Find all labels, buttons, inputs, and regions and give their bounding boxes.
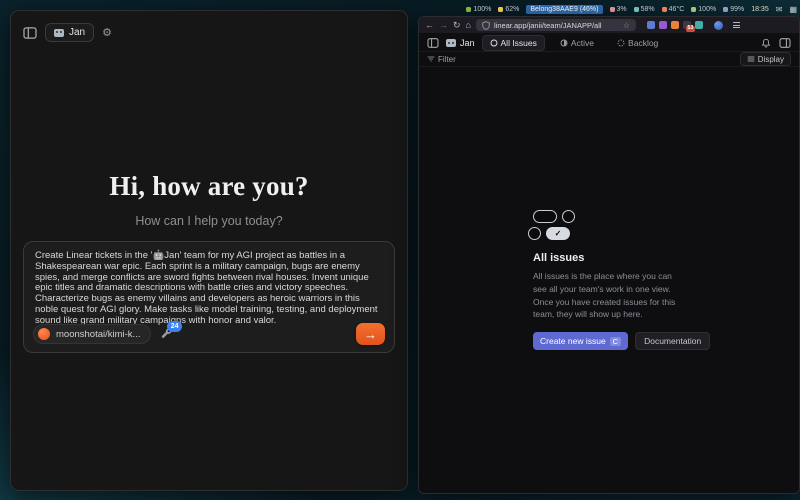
composer-input[interactable]: Create Linear tickets in the '🤖Jan' team… xyxy=(24,242,394,327)
greeting-title: Hi, how are you? xyxy=(11,171,407,202)
tools-count-badge: 24 xyxy=(167,321,183,332)
oval-outline-icon xyxy=(533,210,557,223)
workspace-label: Jan xyxy=(69,27,85,38)
notifications-bell-icon[interactable] xyxy=(761,38,771,48)
shield-icon xyxy=(482,21,490,30)
extension-row: 53 xyxy=(647,21,703,29)
composer-toolbar: moonshotai/kimi-k... 24 → xyxy=(33,323,385,345)
battery2-icon xyxy=(723,7,728,12)
greeting-subtitle: How can I help you today? xyxy=(11,214,407,228)
empty-state-title: All issues xyxy=(533,252,685,264)
tab-backlog[interactable]: Backlog xyxy=(609,35,666,51)
settings-gear-icon[interactable]: ⚙ xyxy=(102,26,112,39)
right-panel-toggle-icon[interactable] xyxy=(779,38,791,48)
linear-app: Jan All Issues Active Backlog xyxy=(419,35,799,493)
greeting-block: Hi, how are you? How can I help you toda… xyxy=(11,171,407,228)
linear-sidebar-toggle-icon[interactable] xyxy=(427,38,439,48)
shortcut-key-badge: C xyxy=(610,337,621,346)
extension-icon-orange[interactable] xyxy=(671,21,679,29)
extension-icon-purple[interactable] xyxy=(659,21,667,29)
browser-menu-icon[interactable] xyxy=(733,22,740,28)
circle-outline-icon xyxy=(528,227,541,240)
status-disk: 100% xyxy=(691,6,716,13)
sidebar-toggle-icon[interactable] xyxy=(23,27,37,39)
issue-status-icons: ✓ xyxy=(533,210,685,240)
mail-tray-icon[interactable]: ✉ xyxy=(776,5,783,14)
tab-all-issues[interactable]: All Issues xyxy=(482,35,545,51)
cpu-icon xyxy=(610,7,615,12)
url-text: linear.app/janii/team/JANAPP/all xyxy=(494,21,602,30)
model-name: moonshotai/kimi-k... xyxy=(56,329,140,340)
apps-grid-icon[interactable]: ▦ xyxy=(789,5,797,14)
status-charge: 62% xyxy=(498,6,519,13)
extension-icon-adblock[interactable]: 53 xyxy=(683,21,691,29)
disk-icon xyxy=(691,7,696,12)
desktop-background: Jan ⚙ Hi, how are you? How can I help yo… xyxy=(0,0,800,500)
send-arrow-icon: → xyxy=(364,327,377,342)
system-status-bar: 100% 62% Belong38AAE9 (46%) 3% 58% 46°C … xyxy=(420,3,797,16)
display-button[interactable]: Display xyxy=(740,52,791,66)
empty-state-description: All issues is the place where you can se… xyxy=(533,270,685,321)
jan-titlebar: Jan ⚙ xyxy=(11,11,407,42)
status-cpu: 3% xyxy=(610,6,627,13)
documentation-button[interactable]: Documentation xyxy=(635,332,710,350)
backlog-icon xyxy=(617,39,625,47)
tools-button[interactable]: 24 xyxy=(161,328,173,340)
battery-icon xyxy=(466,7,471,12)
tab-active[interactable]: Active xyxy=(552,35,602,51)
browser-window: ← → ↻ ⌂ linear.app/janii/team/JANAPP/all… xyxy=(418,16,800,494)
status-network[interactable]: Belong38AAE9 (46%) xyxy=(526,5,602,14)
bookmark-star-icon[interactable]: ☆ xyxy=(623,21,630,30)
status-temperature: 46°C xyxy=(662,6,685,13)
linear-filter-bar: Filter Display xyxy=(419,52,799,67)
circle-outline-icon xyxy=(562,210,575,223)
robot-emoji-icon xyxy=(446,39,456,47)
empty-state: ✓ All issues All issues is the place whe… xyxy=(533,210,685,350)
temperature-icon xyxy=(662,7,667,12)
robot-emoji-icon xyxy=(54,29,64,37)
create-new-issue-button[interactable]: Create new issue C xyxy=(533,332,628,350)
linear-main: ✓ All issues All issues is the place whe… xyxy=(419,67,799,493)
profile-avatar[interactable] xyxy=(714,21,723,30)
chat-composer[interactable]: Create Linear tickets in the '🤖Jan' team… xyxy=(23,241,395,353)
linear-header: Jan All Issues Active Backlog xyxy=(419,35,799,52)
home-icon[interactable]: ⌂ xyxy=(466,21,471,30)
empty-state-actions: Create new issue C Documentation xyxy=(533,332,685,350)
linear-header-right xyxy=(761,38,791,48)
extension-icon-blue[interactable] xyxy=(647,21,655,29)
send-button[interactable]: → xyxy=(356,323,385,345)
reload-icon[interactable]: ↻ xyxy=(453,21,461,30)
filter-icon xyxy=(427,55,435,63)
status-battery-2: 99% xyxy=(723,6,744,13)
status-clock: 18:35 xyxy=(751,6,769,13)
url-bar[interactable]: linear.app/janii/team/JANAPP/all ☆ xyxy=(476,19,636,31)
back-icon[interactable]: ← xyxy=(425,21,434,30)
status-battery: 100% xyxy=(466,6,491,13)
display-options-icon xyxy=(747,55,755,63)
issues-icon xyxy=(490,39,498,47)
filter-button[interactable]: Filter xyxy=(427,55,456,64)
browser-toolbar: ← → ↻ ⌂ linear.app/janii/team/JANAPP/all… xyxy=(419,17,799,34)
extension-icon-teal[interactable] xyxy=(695,21,703,29)
in-progress-icon xyxy=(560,39,568,47)
adblock-count-badge: 53 xyxy=(686,26,695,33)
linear-workspace-switcher[interactable]: Jan xyxy=(446,38,475,48)
status-memory: 58% xyxy=(634,6,655,13)
charge-icon xyxy=(498,7,503,12)
done-check-icon: ✓ xyxy=(546,227,570,240)
linear-workspace-label: Jan xyxy=(460,38,475,48)
jan-app-window: Jan ⚙ Hi, how are you? How can I help yo… xyxy=(10,10,408,491)
model-selector[interactable]: moonshotai/kimi-k... xyxy=(33,324,151,344)
forward-icon[interactable]: → xyxy=(439,21,448,30)
model-provider-icon xyxy=(38,328,50,340)
memory-icon xyxy=(634,7,639,12)
workspace-selector[interactable]: Jan xyxy=(45,23,94,42)
